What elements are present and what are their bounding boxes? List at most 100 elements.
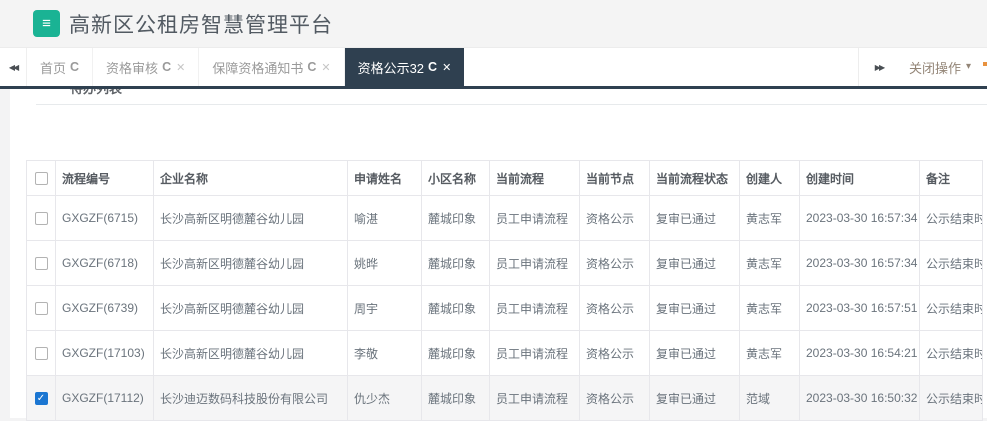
table-cell: 复审已通过: [649, 195, 740, 241]
table-cell: 公示结束时间：2023-04-07 09:11:39: [919, 375, 983, 421]
table-cell: 2023-03-30 16:50:32: [799, 375, 920, 421]
table-cell: 麓城印象: [421, 375, 490, 421]
table-cell: 员工申请流程: [489, 240, 580, 286]
table-cell: 仇少杰: [347, 375, 422, 421]
table-cell: 长沙高新区明德麓谷幼儿园: [153, 195, 348, 241]
select-all-checkbox[interactable]: [34, 172, 48, 186]
double-chevron-left-icon: ◀◀: [8, 62, 19, 72]
refresh-icon[interactable]: C: [307, 60, 316, 74]
column-header: 创建时间: [799, 160, 920, 196]
row-checkbox[interactable]: ✓: [34, 392, 48, 406]
column-header: 当前流程: [489, 160, 580, 196]
caret-down-icon: ▾: [965, 61, 971, 72]
refresh-icon[interactable]: C: [428, 60, 437, 74]
table-cell: 喻湛: [347, 195, 422, 241]
table-cell: 员工申请流程: [489, 195, 580, 241]
scroll-tabs-right-button[interactable]: ▶▶: [859, 48, 899, 86]
tab-label: 资格公示32: [357, 60, 425, 76]
row-checkbox[interactable]: [34, 347, 48, 361]
todo-list-heading-clipped: 待办列表: [70, 89, 987, 97]
table-cell: 公示结束时间：2023-04-07 09:44:29: [919, 330, 983, 376]
column-header: 小区名称: [421, 160, 490, 196]
table-cell: 复审已通过: [649, 375, 740, 421]
hamburger-icon: ≡: [42, 15, 51, 32]
row-checkbox-cell: [26, 330, 56, 376]
close-operations-label: 关闭操作: [908, 60, 961, 76]
table-cell: 长沙高新区明德麓谷幼儿园: [153, 240, 348, 286]
row-checkbox[interactable]: [34, 302, 48, 316]
table-cell: 黄志军: [739, 330, 800, 376]
table-cell: 复审已通过: [649, 330, 740, 376]
tab-3[interactable]: 保障资格通知书 C ✕: [199, 48, 345, 86]
table-cell: 黄志军: [739, 285, 800, 331]
table-cell: 黄志军: [739, 195, 800, 241]
scroll-tabs-left-button[interactable]: ◀◀: [0, 48, 27, 86]
table-cell: 2023-03-30 16:57:34: [799, 195, 920, 241]
menu-button[interactable]: ≡: [33, 10, 60, 37]
table-cell: GXGZF(6739): [55, 285, 154, 331]
table-row-2[interactable]: GXGZF(6718) 长沙高新区明德麓谷幼儿园 姚晔 麓城印象 员工申请流程 资格公示复…: [26, 240, 983, 286]
column-header: 当前流程状态: [649, 160, 740, 196]
select-all-header-cell: [26, 160, 56, 196]
table-cell: GXGZF(6718): [55, 240, 154, 286]
tab-2[interactable]: 资格审核 C ✕: [93, 48, 200, 86]
table-cell: 麓城印象: [421, 195, 490, 241]
table-cell: 公示结束时间：2023-04-07 10:33:38: [919, 195, 983, 241]
table-cell: 麓城印象: [421, 240, 490, 286]
table-header-row: 流程编号 企业名称 申请姓名 小区名称 当前流程 当前节点 当前流程状态 创建人 创建时间 备注: [26, 160, 983, 196]
table-cell: 周宇: [347, 285, 422, 331]
table-cell: 公示结束时间：2023-04-07 10:21:45: [919, 285, 983, 331]
table-cell: 麓城印象: [421, 330, 490, 376]
row-checkbox[interactable]: [34, 212, 48, 226]
table-cell: 资格公示: [579, 375, 650, 421]
content-panel: 待办列表 流程编号企业名称申请姓名小区名称当前流程当前节点当前流程状态创建人创建…: [10, 89, 987, 421]
table-cell: 长沙高新区明德麓谷幼儿园: [153, 285, 348, 331]
table-cell: 黄志军: [739, 240, 800, 286]
table-row-3[interactable]: GXGZF(6739) 长沙高新区明德麓谷幼儿园 周宇 麓城印象 员工申请流程 资格公示复…: [26, 285, 983, 331]
row-checkbox-cell: [26, 285, 56, 331]
tab-1[interactable]: 首页 C: [27, 48, 94, 86]
row-checkbox-cell: ✓: [26, 375, 56, 421]
row-checkbox-cell: [26, 240, 56, 286]
results-table: 流程编号 企业名称 申请姓名 小区名称 当前流程 当前节点 当前流程状态 创建人 创建时间 备注 …: [26, 160, 983, 421]
table-cell: 李敬: [347, 330, 422, 376]
tab-4[interactable]: 资格公示32 C ✕: [344, 48, 465, 86]
row-checkbox[interactable]: [34, 257, 48, 271]
column-header: 备注: [919, 160, 983, 196]
table-cell: 资格公示: [579, 330, 650, 376]
table-cell: 长沙迪迈数码科技股份有限公司: [153, 375, 348, 421]
table-cell: 复审已通过: [649, 240, 740, 286]
column-header: 流程编号: [55, 160, 154, 196]
table-body: GXGZF(6715) 长沙高新区明德麓谷幼儿园 喻湛 麓城印象 员工申请流程 资格公示复…: [26, 195, 983, 421]
table-cell: 资格公示: [579, 285, 650, 331]
row-checkbox-cell: [26, 195, 56, 241]
table-cell: GXGZF(17103): [55, 330, 154, 376]
table-cell: 复审已通过: [649, 285, 740, 331]
table-cell: GXGZF(6715): [55, 195, 154, 241]
close-tab-icon[interactable]: ✕: [442, 61, 451, 74]
close-tab-icon[interactable]: ✕: [176, 61, 185, 74]
column-header: 当前节点: [579, 160, 650, 196]
column-header: 创建人: [739, 160, 800, 196]
table-cell: 员工申请流程: [489, 285, 580, 331]
table-cell: 资格公示: [579, 195, 650, 241]
table-cell: 2023-03-30 16:57:51: [799, 285, 920, 331]
tab-label: 资格审核: [106, 60, 159, 76]
close-operations-dropdown[interactable]: 关闭操作 ▾: [899, 48, 987, 86]
table-row-5[interactable]: ✓ GXGZF(17112) 长沙迪迈数码科技股份有限公司 仇少杰 麓城印象 员工申请流程…: [26, 375, 983, 421]
tab-list: 首页 C 资格审核 C ✕ 保障资格通知书 C ✕ 资格公示32 C ✕: [27, 48, 465, 86]
table-cell: 资格公示: [579, 240, 650, 286]
column-header: 申请姓名: [347, 160, 422, 196]
table-row-4[interactable]: GXGZF(17103) 长沙高新区明德麓谷幼儿园 李敬 麓城印象 员工申请流程 资格公示…: [26, 330, 983, 376]
tab-spacer: [464, 48, 859, 86]
column-header: 企业名称: [153, 160, 348, 196]
table-cell: 麓城印象: [421, 285, 490, 331]
refresh-icon[interactable]: C: [162, 60, 171, 74]
table-row-1[interactable]: GXGZF(6715) 长沙高新区明德麓谷幼儿园 喻湛 麓城印象 员工申请流程 资格公示复…: [26, 195, 983, 241]
app-header: ≡ 高新区公租房智慧管理平台: [0, 0, 987, 48]
close-tab-icon[interactable]: ✕: [321, 61, 330, 74]
tab-label: 保障资格通知书: [212, 60, 304, 76]
tab-label: 首页: [40, 60, 67, 76]
refresh-icon[interactable]: C: [70, 60, 79, 74]
table-cell: 范域: [739, 375, 800, 421]
